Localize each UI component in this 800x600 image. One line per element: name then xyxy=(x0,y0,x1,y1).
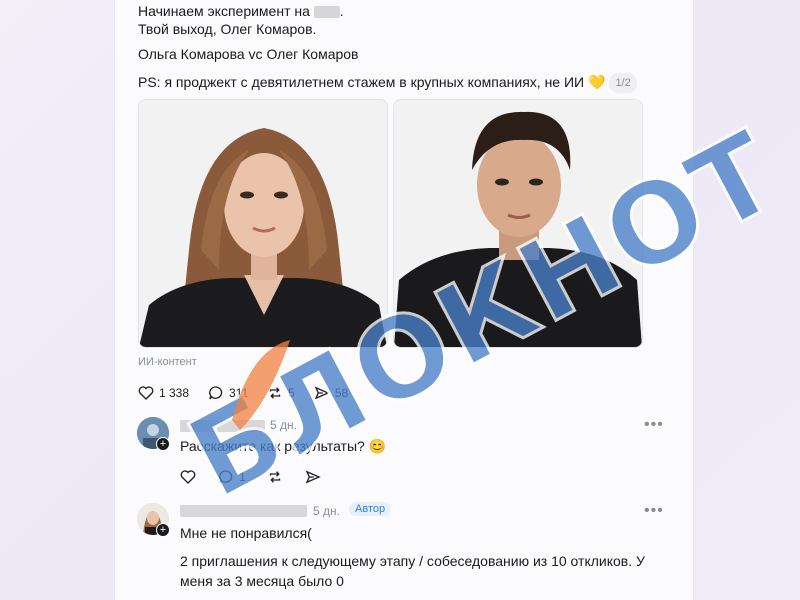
comment-text: Расскажите как результаты? 😊 xyxy=(180,438,387,454)
repost-icon xyxy=(269,471,280,483)
photo-woman[interactable] xyxy=(138,99,388,348)
comment-text-line2: 2 приглашения к следующему этапу / собес… xyxy=(180,553,645,589)
share-button[interactable]: 58 xyxy=(313,384,348,402)
like-count: 1 338 xyxy=(159,386,190,400)
author-badge: Автор xyxy=(349,502,392,516)
comment-count: 1 xyxy=(239,470,246,484)
send-icon xyxy=(314,386,330,400)
comment-time: 5 дн. xyxy=(270,418,297,432)
ai-content-label: ИИ-контент xyxy=(138,356,197,368)
post-text-line2: Твой выход, Олег Комаров. xyxy=(138,21,317,37)
post-text-line1: Начинаем эксперимент на . xyxy=(138,3,344,19)
blurred-word xyxy=(313,6,340,19)
portrait-woman-image xyxy=(139,100,387,347)
more-options-icon[interactable]: ••• xyxy=(644,502,664,520)
comment-count: 311 xyxy=(229,386,249,400)
heart-icon xyxy=(138,386,154,400)
repost-button[interactable]: 5 xyxy=(266,384,295,402)
repost-icon xyxy=(269,387,281,399)
repost-button[interactable] xyxy=(266,468,284,486)
follow-plus-icon[interactable]: + xyxy=(156,523,170,537)
photo-man[interactable] xyxy=(393,99,643,348)
comment-button[interactable]: 311 xyxy=(207,384,248,402)
share-count: 58 xyxy=(334,386,349,400)
blurred-username xyxy=(180,505,307,517)
comment-time: 5 дн. xyxy=(313,504,340,518)
follow-plus-icon[interactable]: + xyxy=(156,437,170,451)
like-button[interactable] xyxy=(179,468,197,486)
share-button[interactable] xyxy=(304,468,322,486)
comment-text-line1: Мне не понравился( xyxy=(180,525,312,541)
comment-icon xyxy=(219,470,233,484)
comment-icon xyxy=(209,386,223,400)
heart-icon xyxy=(180,470,196,484)
portrait-man-image xyxy=(394,100,642,347)
post-text-line3: Ольга Комарова vc Олег Комаров xyxy=(138,46,359,62)
post-actions: 1 338 311 5 58 xyxy=(137,384,348,402)
more-options-icon[interactable]: ••• xyxy=(644,416,664,434)
repost-count: 5 xyxy=(288,386,295,400)
like-button[interactable]: 1 338 xyxy=(137,384,189,402)
blurred-username xyxy=(180,420,265,432)
send-icon xyxy=(305,470,321,484)
comment-actions: 1 xyxy=(179,468,322,486)
comment-button[interactable]: 1 xyxy=(217,468,246,486)
post-text-line4: PS: я проджект с девятилетнем стажем в к… xyxy=(138,73,637,94)
page-indicator[interactable]: 1/2 xyxy=(609,73,637,94)
